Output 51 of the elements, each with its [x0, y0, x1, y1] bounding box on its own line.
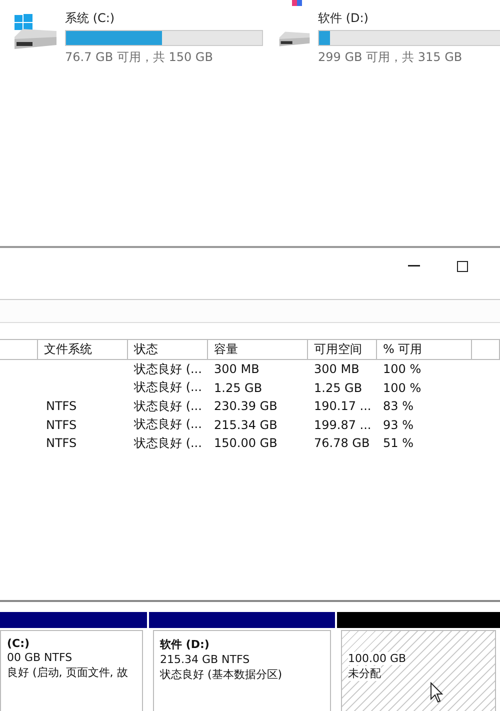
column-header[interactable] [0, 339, 38, 360]
table-cell-text: 215.34 GB [213, 416, 278, 434]
table-cell-text: 100 % [382, 361, 422, 378]
table-cell-text: 状态良好 (... [133, 360, 203, 378]
partition-panel[interactable]: 软件 (D:) 215.34 GB NTFS 状态良好 (基本数据分区) [153, 630, 331, 711]
drive-icon [279, 29, 310, 49]
table-cell-text: 300 MB [213, 361, 260, 378]
partition-size: 215.34 GB NTFS [160, 653, 250, 666]
mouse-cursor-icon [430, 682, 444, 703]
table-cell-text: NTFS [45, 398, 78, 416]
partition-status: 未分配 [348, 666, 381, 681]
table-cell-text: 93 % [382, 416, 414, 434]
partition-status: 良好 (启动, 页面文件, 故 [7, 665, 128, 680]
table-cell-text: 状态良好 (... [133, 416, 203, 434]
minimize-icon [408, 265, 420, 267]
column-header[interactable]: 状态 [128, 339, 208, 360]
table-cell-text: 150.00 GB [213, 435, 278, 452]
partition-size: 100.00 GB [348, 652, 406, 665]
partition-name: (C:) [7, 637, 30, 650]
table-cell-text: 83 % [382, 398, 414, 416]
table-cell-text: 1.25 GB [213, 380, 264, 397]
maximize-icon [456, 260, 468, 272]
partition-status: 状态良好 (基本数据分区) [160, 667, 282, 682]
partition-panel[interactable]: (C:) 00 GB NTFS 良好 (启动, 页面文件, 故 [0, 630, 143, 711]
table-cell-text: 100 % [382, 380, 422, 397]
table-cell-text: 1.25 GB [313, 380, 364, 397]
table-cell-text: 230.39 GB [213, 398, 278, 416]
table-cell-text: NTFS [45, 435, 78, 452]
table-cell-text: 51 % [382, 435, 414, 452]
column-header[interactable]: % 可用 [377, 339, 472, 360]
drive-name: 软件 (D:) [318, 10, 370, 27]
windows-drive-icon [14, 14, 57, 49]
table-cell-text: 300 MB [313, 361, 360, 378]
drive-name: 系统 (C:) [65, 10, 116, 27]
unallocated-space[interactable]: 100.00 GB 未分配 [341, 630, 496, 711]
drive-summary: 76.7 GB 可用，共 150 GB [65, 49, 214, 66]
table-cell-text: 状态良好 (... [133, 398, 203, 415]
column-header[interactable]: 文件系统 [38, 339, 128, 360]
column-header[interactable]: 可用空间 [308, 339, 377, 360]
table-cell-text: 状态良好 (... [133, 379, 203, 396]
table-cell-text: 状态良好 (... [133, 434, 203, 452]
drive-summary: 299 GB 可用，共 315 GB [318, 49, 464, 66]
column-header[interactable]: 容量 [208, 339, 308, 360]
table-cell-text: 190.17 ... [313, 398, 372, 416]
app-icon [292, 0, 302, 6]
table-cell-text: NTFS [45, 416, 78, 434]
partition-name: 软件 (D:) [160, 637, 210, 652]
table-cell-text: 199.87 ... [313, 416, 372, 434]
partition-size: 00 GB NTFS [7, 651, 72, 664]
table-cell-text: 76.78 GB [313, 435, 371, 452]
column-header[interactable] [472, 339, 500, 360]
